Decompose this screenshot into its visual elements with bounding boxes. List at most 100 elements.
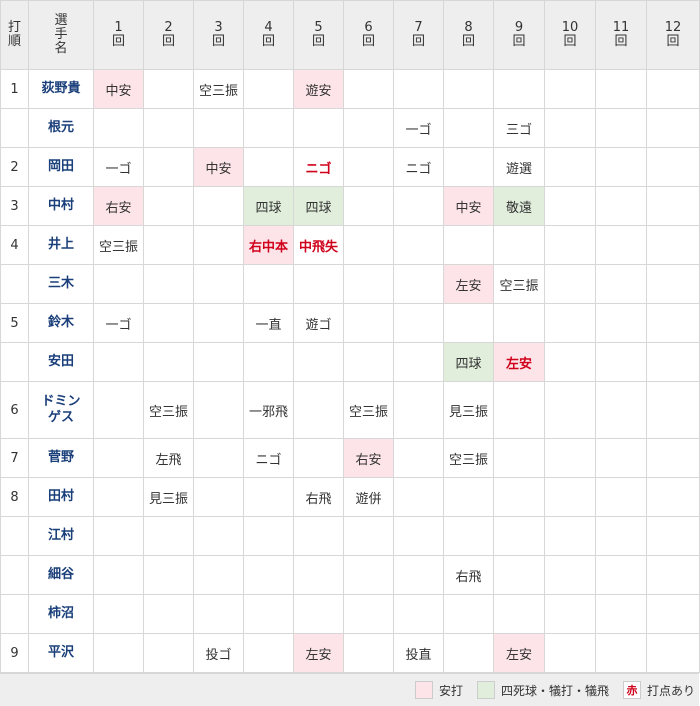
player-name: 菅野 <box>28 438 94 478</box>
legend-walk: 四死球・犠打・犠飛 <box>476 681 609 699</box>
player-name: 安田 <box>28 342 94 382</box>
at-bat-cell <box>293 381 344 439</box>
at-bat-cell <box>443 594 494 634</box>
at-bat-cell <box>293 264 344 304</box>
at-bat-cell <box>544 225 596 265</box>
player-name: 荻野貴 <box>28 69 94 109</box>
at-bat-cell <box>443 225 494 265</box>
at-bat-cell <box>243 477 294 517</box>
at-bat-cell: 中安 <box>193 147 244 187</box>
at-bat-cell <box>493 438 545 478</box>
batting-order: 6 <box>0 381 29 439</box>
at-bat-cell <box>544 555 596 595</box>
at-bat-cell <box>343 633 394 673</box>
at-bat-cell: 中飛失 <box>293 225 344 265</box>
at-bat-cell <box>343 264 394 304</box>
at-bat-cell <box>93 594 144 634</box>
at-bat-cell: 投直 <box>393 633 444 673</box>
header-inning-1: 1回 <box>93 0 144 70</box>
table-row: 3 中村 右安 四球 四球 中安 敬遠 <box>0 186 700 226</box>
player-name: 中村 <box>28 186 94 226</box>
at-bat-cell: 中安 <box>443 186 494 226</box>
at-bat-cell <box>646 303 700 343</box>
batting-order <box>0 594 29 634</box>
table-row: 柿沼 <box>0 594 700 634</box>
at-bat-cell <box>595 186 647 226</box>
at-bat-cell: 空三振 <box>443 438 494 478</box>
table-row: 7 菅野 左飛 ニゴ 右安 空三振 <box>0 438 700 478</box>
table-row: 根元 一ゴ 三ゴ <box>0 108 700 148</box>
at-bat-cell <box>595 147 647 187</box>
at-bat-cell <box>343 303 394 343</box>
batting-order: 1 <box>0 69 29 109</box>
at-bat-cell: 四球 <box>243 186 294 226</box>
hit-swatch-icon <box>414 681 433 699</box>
at-bat-cell <box>193 516 244 556</box>
at-bat-cell <box>243 147 294 187</box>
at-bat-cell: 遊併 <box>343 477 394 517</box>
at-bat-cell <box>143 633 194 673</box>
table-row: 細谷 右飛 <box>0 555 700 595</box>
at-bat-cell <box>646 633 700 673</box>
player-name: 江村 <box>28 516 94 556</box>
at-bat-cell <box>143 594 194 634</box>
header-player-name: 選手名 <box>28 0 94 70</box>
at-bat-cell <box>243 342 294 382</box>
at-bat-cell <box>595 381 647 439</box>
at-bat-cell <box>493 555 545 595</box>
at-bat-cell <box>646 186 700 226</box>
at-bat-cell <box>544 69 596 109</box>
at-bat-cell <box>343 69 394 109</box>
at-bat-cell <box>544 342 596 382</box>
at-bat-cell <box>93 108 144 148</box>
table-row: 8 田村 見三振 右飛 遊併 <box>0 477 700 517</box>
at-bat-cell <box>595 633 647 673</box>
at-bat-cell <box>193 555 244 595</box>
at-bat-cell <box>193 438 244 478</box>
legend-hit: 安打 <box>414 681 463 699</box>
at-bat-cell <box>143 108 194 148</box>
header-inning-4: 4回 <box>243 0 294 70</box>
at-bat-cell: 空三振 <box>493 264 545 304</box>
at-bat-cell: 一邪飛 <box>243 381 294 439</box>
batting-order: 7 <box>0 438 29 478</box>
at-bat-cell <box>393 264 444 304</box>
table-row: 6 ドミン ゲス 空三振 一邪飛 空三振 見三振 <box>0 381 700 439</box>
at-bat-cell: 一ゴ <box>93 147 144 187</box>
at-bat-cell <box>193 108 244 148</box>
batting-order: 5 <box>0 303 29 343</box>
at-bat-cell <box>493 477 545 517</box>
header-inning-7: 7回 <box>393 0 444 70</box>
at-bat-cell <box>646 147 700 187</box>
at-bat-cell <box>343 555 394 595</box>
at-bat-cell <box>544 381 596 439</box>
header-inning-11: 11 回 <box>595 0 647 70</box>
at-bat-cell <box>646 264 700 304</box>
at-bat-cell <box>544 633 596 673</box>
batting-order <box>0 555 29 595</box>
at-bat-cell <box>646 108 700 148</box>
at-bat-cell <box>93 555 144 595</box>
at-bat-cell <box>243 69 294 109</box>
at-bat-cell <box>595 342 647 382</box>
at-bat-cell: ニゴ <box>243 438 294 478</box>
at-bat-cell <box>393 381 444 439</box>
at-bat-cell: 右飛 <box>443 555 494 595</box>
at-bat-cell <box>143 342 194 382</box>
player-name: 柿沼 <box>28 594 94 634</box>
at-bat-cell <box>93 633 144 673</box>
at-bat-cell <box>143 303 194 343</box>
at-bat-cell <box>393 342 444 382</box>
at-bat-cell <box>93 438 144 478</box>
legend-hit-label: 安打 <box>438 683 463 698</box>
at-bat-cell <box>93 342 144 382</box>
at-bat-cell <box>393 69 444 109</box>
at-bat-cell <box>193 186 244 226</box>
at-bat-cell <box>493 516 545 556</box>
at-bat-cell: 四球 <box>293 186 344 226</box>
batting-order <box>0 342 29 382</box>
at-bat-cell: 右安 <box>343 438 394 478</box>
at-bat-cell: ニゴ <box>393 147 444 187</box>
at-bat-cell <box>243 264 294 304</box>
legend-walk-label: 四死球・犠打・犠飛 <box>500 683 609 698</box>
